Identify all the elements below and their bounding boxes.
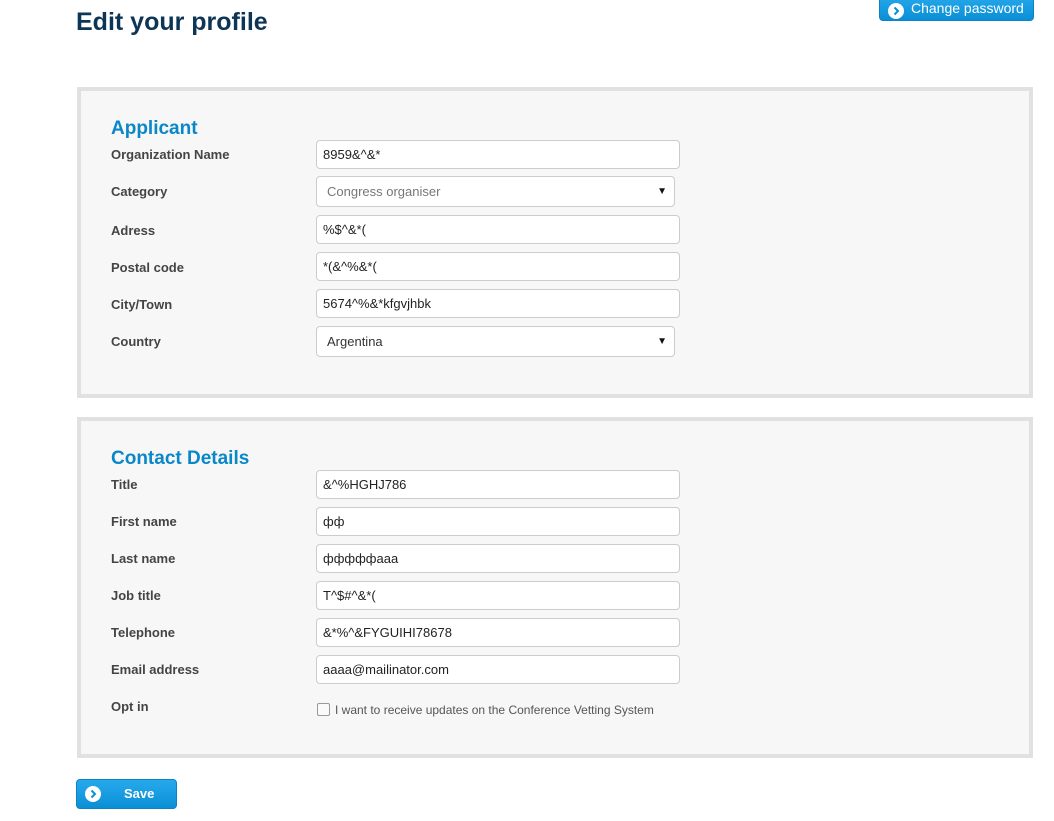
postal-code-label: Postal code [111,260,184,275]
last-name-label: Last name [111,551,176,566]
title-label: Title [111,477,138,492]
opt-in-label: Opt in [111,699,149,714]
dropdown-arrow-icon: ▼ [657,336,667,347]
category-label: Category [111,184,168,199]
address-input[interactable]: %$^&*( [316,215,680,244]
category-select-value: Congress organiser [327,184,441,199]
chevron-right-circle-icon [888,2,904,19]
country-select[interactable]: Argentina ▼ [316,326,675,357]
save-label: Save [124,786,155,801]
postal-code-input[interactable]: *(&^%&*( [316,252,680,281]
save-button[interactable]: Save [76,779,177,809]
opt-in-checkbox-text: I want to receive updates on the Confere… [335,703,654,717]
telephone-label: Telephone [111,625,176,640]
last-name-input[interactable]: фффффааа [316,544,680,573]
title-input[interactable]: &^%HGHJ786 [316,470,680,499]
job-title-input[interactable]: T^$#^&*( [316,581,680,610]
organization-name-label: Organization Name [111,147,230,162]
city-input[interactable]: 5674^%&*kfgvjhbk [316,289,680,318]
job-title-label: Job title [111,588,161,603]
dropdown-arrow-icon: ▼ [657,186,667,197]
country-select-value: Argentina [327,334,383,349]
chevron-right-circle-icon [85,786,101,802]
email-input[interactable]: aaaa@mailinator.com [316,655,680,684]
address-label: Adress [111,223,156,238]
category-select[interactable]: Congress organiser ▼ [316,176,675,207]
opt-in-checkbox[interactable] [317,703,330,716]
organization-name-input[interactable]: 8959&^&* [316,140,680,169]
first-name-label: First name [111,514,177,529]
page-title: Edit your profile [76,8,268,36]
change-password-button[interactable]: Change password [879,0,1034,21]
applicant-panel: Applicant Organization Name 8959&^&* Cat… [77,87,1033,398]
contact-details-panel: Contact Details Title &^%HGHJ786 First n… [77,417,1033,758]
email-label: Email address [111,662,200,677]
change-password-label: Change password [911,0,1024,16]
city-label: City/Town [111,297,173,312]
country-label: Country [111,334,161,349]
contact-details-heading: Contact Details [111,448,250,469]
applicant-heading: Applicant [111,118,198,139]
first-name-input[interactable]: фф [316,507,680,536]
telephone-input[interactable]: &*%^&FYGUIHI78678 [316,618,680,647]
